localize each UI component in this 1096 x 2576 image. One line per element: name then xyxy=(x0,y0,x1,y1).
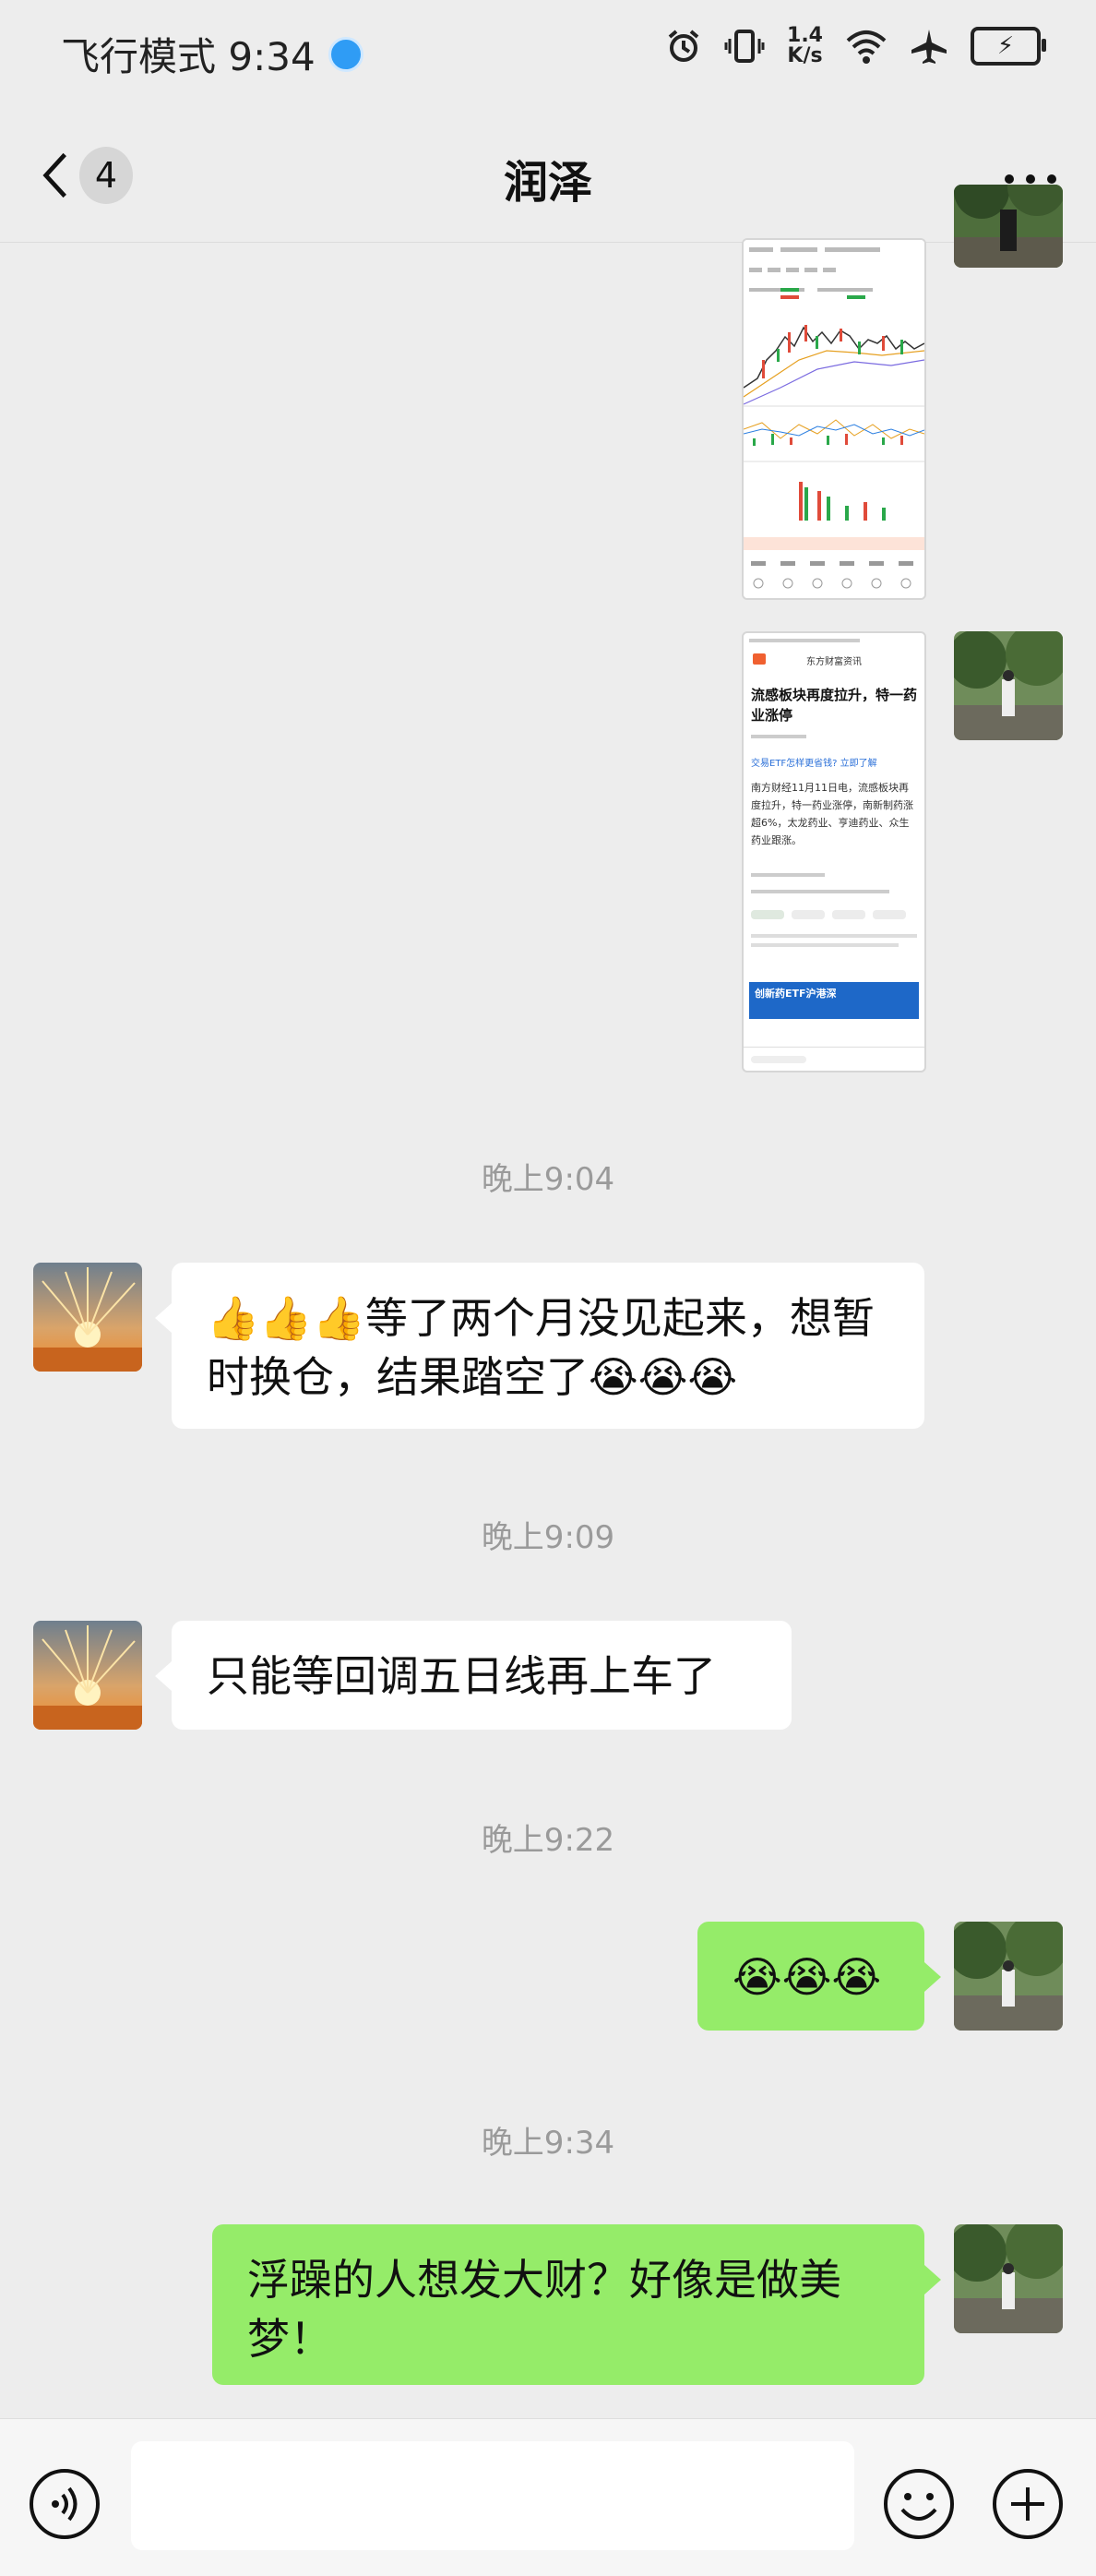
airplane-icon xyxy=(911,30,947,64)
my-avatar[interactable] xyxy=(954,2224,1063,2333)
alarm-icon xyxy=(668,30,699,62)
status-icons: 1.4 K/s ⚡ xyxy=(665,26,1046,66)
emoji-icon[interactable] xyxy=(882,2467,956,2541)
status-time: 飞行模式 9:34 xyxy=(61,34,316,79)
stock-chart-screenshot[interactable] xyxy=(742,238,926,600)
battery-icon: ⚡ xyxy=(971,27,1046,66)
add-icon[interactable] xyxy=(991,2467,1065,2541)
news-banner: 创新药ETF沪港深 xyxy=(749,982,919,1019)
news-article-screenshot[interactable]: 东方财富资讯 流感板块再度拉升，特一药业涨停 交易ETF怎样更省钱? 立即了解 … xyxy=(742,631,926,1072)
contact-avatar[interactable] xyxy=(33,1621,142,1730)
status-left: 飞行模式 9:34 xyxy=(61,26,363,82)
chat-title: 润泽 xyxy=(503,157,592,209)
network-speed: 1.4 K/s xyxy=(787,26,823,66)
speed-unit: K/s xyxy=(787,44,823,67)
message-timestamp: 晚上9:34 xyxy=(481,2125,615,2162)
status-bar: 飞行模式 9:34 1.4 K/s ⚡ xyxy=(0,0,1096,103)
message-bubble-incoming[interactable]: 👍👍👍等了两个月没见起来，想暂时换仓，结果踏空了😭😭😭 xyxy=(155,1263,924,1429)
my-avatar[interactable] xyxy=(954,185,1063,268)
message-timestamp: 晚上9:22 xyxy=(481,1822,615,1859)
my-avatar[interactable] xyxy=(954,631,1063,740)
message-timestamp: 晚上9:04 xyxy=(481,1161,615,1198)
message-input[interactable] xyxy=(131,2441,854,2550)
news-source: 东方财富资讯 xyxy=(806,657,862,667)
input-bar xyxy=(0,2418,1096,2576)
message-bubble-outgoing[interactable]: 浮躁的人想发大财？好像是做美梦！ xyxy=(212,2224,941,2385)
news-promo: 交易ETF怎样更省钱? 立即了解 xyxy=(751,759,877,769)
contact-avatar[interactable] xyxy=(33,1263,142,1372)
message-bubble-outgoing[interactable]: 😭😭😭 xyxy=(697,1922,941,2031)
my-avatar[interactable] xyxy=(954,1922,1063,2031)
voice-input-icon[interactable] xyxy=(28,2467,101,2541)
message-bubble-incoming[interactable]: 只能等回调五日线再上车了 xyxy=(155,1621,792,1730)
news-body: 南方财经11月11日电，流感板块再度拉升，特一药业涨停，南新制药涨超6%，太龙药… xyxy=(751,782,913,846)
app-notification-icon xyxy=(328,36,363,72)
chat-header: 4 润泽 xyxy=(0,103,1096,243)
message-timestamp: 晚上9:09 xyxy=(481,1519,615,1556)
speed-value: 1.4 xyxy=(787,24,823,47)
wifi-icon xyxy=(846,30,887,64)
news-headline: 流感板块再度拉升，特一药业涨停 xyxy=(751,687,918,724)
vibrate-icon xyxy=(724,30,765,63)
